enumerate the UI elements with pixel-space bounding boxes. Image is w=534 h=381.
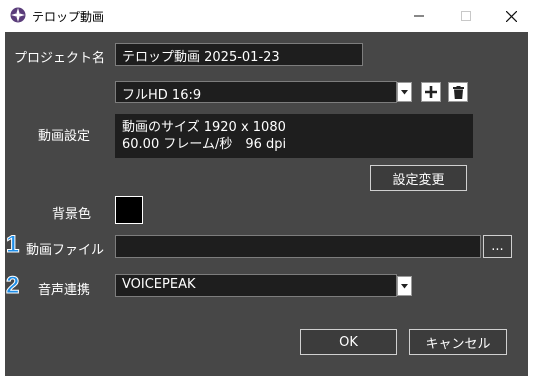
app-icon [10,7,26,23]
step-badge-2: 2 [5,272,20,299]
plus-icon [425,86,437,98]
delete-preset-button[interactable] [448,82,468,102]
video-file-input[interactable] [115,235,481,258]
change-settings-button[interactable]: 設定変更 [370,165,467,191]
preset-dropdown-button[interactable] [397,82,412,102]
voice-dropdown-button[interactable] [397,276,412,296]
project-name-input[interactable]: テロップ動画 2025-01-23 [115,43,363,66]
minimize-icon [414,15,424,17]
bg-color-swatch[interactable] [115,196,143,224]
video-file-label: 動画ファイル [26,243,105,258]
add-preset-button[interactable] [421,82,441,102]
step-badge-1: 1 [5,231,20,258]
bg-color-label: 背景色 [52,207,92,222]
maximize-icon [461,11,471,21]
voice-integration-label: 音声連携 [38,283,91,298]
chevron-down-icon [401,283,408,288]
title-bar: テロップ動画 [0,0,534,32]
close-icon [505,10,517,22]
browse-button[interactable]: ... [483,235,512,258]
close-button[interactable] [488,0,534,32]
video-frame-text: 60.00 フレーム/秒 96 dpi [122,137,287,152]
window-border-bottom [0,376,534,381]
ok-button[interactable]: OK [300,329,397,355]
window-border-right [529,32,534,381]
video-size-text: 動画のサイズ 1920 x 1080 [122,120,286,135]
dialog-window: テロップ動画 プロジェクト名 テロップ動画 2025-01-23 フルHD 16… [0,0,534,381]
trash-icon [452,85,464,99]
video-info-box: 動画のサイズ 1920 x 1080 60.00 フレーム/秒 96 dpi [115,114,473,158]
minimize-button[interactable] [396,0,442,32]
preset-select[interactable]: フルHD 16:9 [115,81,397,103]
maximize-button[interactable] [443,0,489,32]
window-title: テロップ動画 [32,10,105,24]
cancel-button[interactable]: キャンセル [409,329,507,355]
project-name-label: プロジェクト名 [14,51,106,66]
chevron-down-icon [401,89,408,94]
voice-select[interactable]: VOICEPEAK [115,274,397,297]
video-settings-label: 動画設定 [38,129,91,144]
